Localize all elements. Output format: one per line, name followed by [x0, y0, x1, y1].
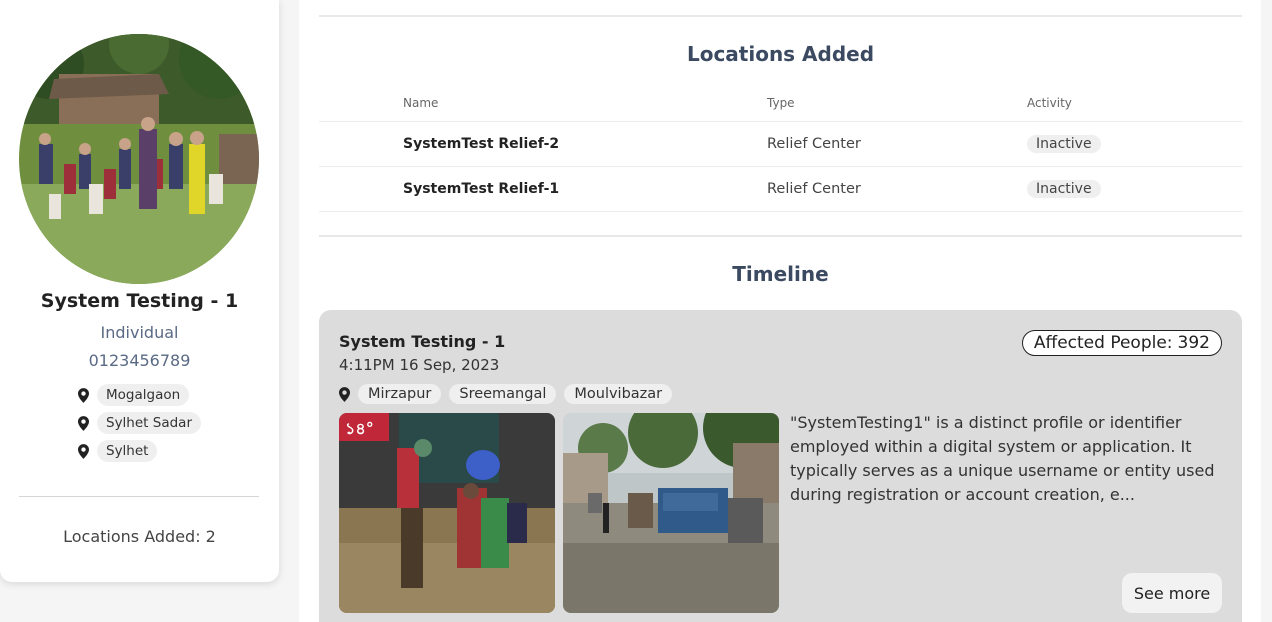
location-pin-icon	[78, 415, 89, 431]
divider	[19, 496, 259, 497]
status-cell: Inactive	[1027, 122, 1101, 166]
locations-table: Name Type Activity SystemTest Relief-2 R…	[319, 84, 1242, 212]
profile-location-item: Sylhet Sadar	[78, 412, 201, 434]
divider	[319, 235, 1242, 237]
location-name[interactable]: SystemTest Relief-1	[403, 167, 559, 211]
location-chip: Sylhet Sadar	[97, 412, 201, 434]
timeline-entry-time: 4:11PM 16 Sep, 2023	[339, 356, 500, 374]
location-chip: Sreemangal	[449, 384, 557, 404]
location-type: Relief Center	[767, 136, 861, 152]
location-pin-icon	[78, 387, 89, 403]
column-header-type: Type	[767, 95, 795, 110]
timeline-photo[interactable]	[563, 413, 779, 613]
location-pin-icon	[78, 443, 89, 459]
photo-badge: ১৪°	[345, 419, 374, 438]
affected-label: Affected People:	[1033, 333, 1173, 353]
status-badge: Inactive	[1027, 180, 1101, 198]
affected-people-badge: Affected People: 392	[1021, 330, 1222, 356]
timeline-location-list: Mirzapur Sreemangal Moulvibazar	[339, 384, 673, 404]
profile-location-list: Mogalgaon Sylhet Sadar Sylhet	[78, 384, 201, 462]
column-header-activity: Activity	[1027, 95, 1072, 110]
profile-name: System Testing - 1	[40, 290, 239, 312]
location-chip: Sylhet	[97, 440, 158, 462]
main-panel: Locations Added Name Type Activity Syste…	[299, 0, 1261, 622]
timeline-entry-description: "SystemTesting1" is a distinct profile o…	[790, 413, 1215, 504]
status-badge: Inactive	[1027, 135, 1101, 153]
affected-count: 392	[1177, 333, 1210, 353]
timeline-photo[interactable]: ১৪°	[339, 413, 555, 613]
timeline-entry-title: System Testing - 1	[339, 332, 506, 351]
profile-phone: 0123456789	[88, 351, 191, 370]
table-row[interactable]: SystemTest Relief-1 Relief Center Inacti…	[319, 167, 1242, 212]
locations-section-title: Locations Added	[686, 42, 875, 66]
location-chip: Mogalgaon	[97, 384, 190, 406]
timeline-title: Timeline	[732, 262, 829, 286]
profile-type: Individual	[100, 323, 179, 342]
profile-location-item: Sylhet	[78, 440, 201, 462]
profile-location-item: Mogalgaon	[78, 384, 201, 406]
location-name[interactable]: SystemTest Relief-2	[403, 122, 559, 166]
see-more-button[interactable]: See more	[1122, 573, 1222, 613]
table-header: Name Type Activity	[319, 84, 1242, 122]
column-header-name: Name	[403, 95, 439, 110]
divider	[319, 15, 1242, 17]
location-chip: Mirzapur	[358, 384, 442, 404]
table-row[interactable]: SystemTest Relief-2 Relief Center Inacti…	[319, 122, 1242, 167]
location-chip: Moulvibazar	[564, 384, 673, 404]
profile-card: System Testing - 1 Individual 0123456789…	[0, 0, 279, 582]
timeline-entry-card: System Testing - 1 4:11PM 16 Sep, 2023 A…	[319, 310, 1242, 622]
location-type: Relief Center	[767, 181, 861, 197]
profile-page: System Testing - 1 Individual 0123456789…	[0, 0, 1272, 622]
locations-added-count: Locations Added: 2	[63, 527, 216, 546]
location-pin-icon	[339, 386, 350, 402]
avatar	[19, 34, 259, 284]
status-cell: Inactive	[1027, 167, 1101, 211]
